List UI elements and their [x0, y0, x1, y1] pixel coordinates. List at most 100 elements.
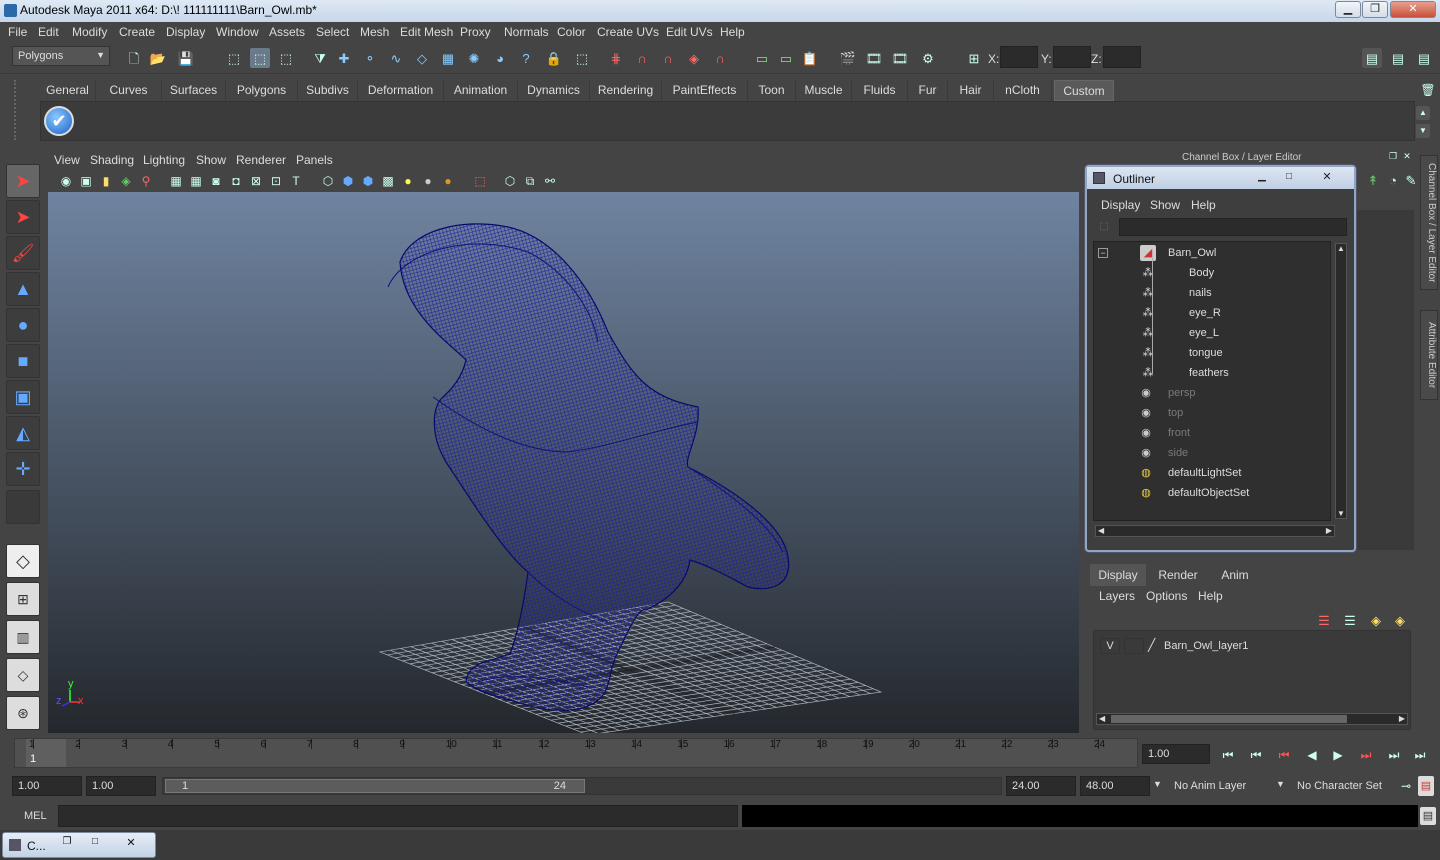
- persp-graph-layout-icon[interactable]: ◇: [6, 658, 40, 692]
- select-misc-icon[interactable]: ?: [516, 48, 536, 68]
- layer-tab-render[interactable]: Render: [1148, 564, 1208, 586]
- start-time-field[interactable]: 1.00: [12, 776, 82, 796]
- outliner-item-persp[interactable]: ◉ persp: [1102, 384, 1332, 404]
- anim-layer-chevron-icon[interactable]: ▼: [1153, 779, 1162, 789]
- snap-curve-icon[interactable]: ∩: [632, 48, 652, 68]
- save-scene-icon[interactable]: 💾: [176, 48, 196, 68]
- 2d-pan-zoom-icon[interactable]: ⚲: [136, 171, 156, 191]
- menu-edit-uvs[interactable]: Edit UVs: [666, 25, 713, 39]
- select-handles-icon[interactable]: ✚: [334, 48, 354, 68]
- select-joints-icon[interactable]: ⚬: [360, 48, 380, 68]
- shelf-tab-hair[interactable]: Hair: [948, 80, 994, 101]
- isolate-select-icon[interactable]: ⬚: [470, 171, 490, 191]
- safe-title-icon[interactable]: T: [286, 171, 306, 191]
- outliner-item-top[interactable]: ◉ top: [1102, 404, 1332, 424]
- menu-color[interactable]: Color: [557, 25, 586, 39]
- toggle-tool-settings-icon[interactable]: ▤: [1388, 48, 1408, 68]
- last-tool-icon[interactable]: [6, 490, 40, 524]
- render-frame-icon[interactable]: 🎞: [864, 48, 884, 68]
- scale-tool-icon[interactable]: ■: [6, 344, 40, 378]
- channel-clock-icon[interactable]: ◔: [1383, 170, 1403, 190]
- z-field[interactable]: [1103, 46, 1141, 68]
- y-field[interactable]: [1053, 46, 1091, 68]
- panel-float-icon[interactable]: ❐: [1387, 150, 1399, 162]
- side-tab-channel-box[interactable]: Channel Box / Layer Editor: [1420, 155, 1438, 290]
- time-slider[interactable]: 1 1 2 3 4 5 6 7 8 9 10 11 12 13 14 15 16 17 18 19 20 21 22 23 2…: [14, 738, 1138, 768]
- step-forward-icon[interactable]: ⏭: [1384, 745, 1404, 765]
- construction-history-icon[interactable]: ▭: [776, 48, 796, 68]
- make-live-icon[interactable]: ∩: [710, 48, 730, 68]
- outliner-item-default-light-set[interactable]: ◍ defaultLightSet: [1102, 464, 1332, 484]
- shelf-tab-muscle[interactable]: Muscle: [796, 80, 852, 101]
- range-slider-handle[interactable]: 1 24: [165, 779, 585, 793]
- menu-assets[interactable]: Assets: [269, 25, 305, 39]
- shelf-tab-polygons[interactable]: Polygons: [226, 80, 298, 101]
- menu-create[interactable]: Create: [119, 25, 155, 39]
- x-field[interactable]: [1000, 46, 1038, 68]
- new-scene-icon[interactable]: 🗋: [124, 48, 144, 68]
- play-backward-icon[interactable]: ◀: [1302, 745, 1322, 765]
- camera-attributes-icon[interactable]: ▣: [76, 171, 96, 191]
- shelf-tab-fur[interactable]: Fur: [908, 80, 948, 101]
- anim-layer-dropdown[interactable]: No Anim Layer: [1168, 776, 1270, 796]
- select-surfaces-icon[interactable]: ◇: [412, 48, 432, 68]
- show-manipulator-icon[interactable]: ✛: [6, 452, 40, 486]
- snap-grid-icon[interactable]: ⋕: [606, 48, 626, 68]
- viewport-menu-panels[interactable]: Panels: [296, 153, 333, 167]
- trash-icon[interactable]: 🗑: [1418, 80, 1438, 100]
- shelf-tab-curves[interactable]: Curves: [96, 80, 162, 101]
- menu-normals[interactable]: Normals: [504, 25, 549, 39]
- channel-key-icon[interactable]: ↟: [1363, 170, 1383, 190]
- all-lights-icon[interactable]: ●: [418, 171, 438, 191]
- gate-mask-icon[interactable]: ◘: [226, 171, 246, 191]
- four-view-layout-icon[interactable]: ⊞: [6, 582, 40, 616]
- soft-mod-tool-icon[interactable]: ◭: [6, 416, 40, 450]
- textured-icon[interactable]: ▩: [378, 171, 398, 191]
- hud-icon[interactable]: ⚯: [540, 171, 560, 191]
- select-object-icon[interactable]: ⬚: [250, 48, 270, 68]
- outliner-minimize-icon[interactable]: ▁: [1250, 169, 1274, 185]
- close-button[interactable]: ✕: [1390, 1, 1436, 18]
- manipulator-tool-icon[interactable]: ▣: [6, 380, 40, 414]
- maximize-button[interactable]: ❐: [1362, 1, 1388, 18]
- new-layer-icon[interactable]: ◈: [1366, 610, 1386, 630]
- select-component-icon[interactable]: ⬚: [276, 48, 296, 68]
- layer-row[interactable]: V ╱ Barn_Owl_layer1: [1098, 637, 1408, 657]
- menu-modify[interactable]: Modify: [72, 25, 107, 39]
- outliner-item-tongue[interactable]: ⁂ tongue: [1102, 344, 1332, 364]
- outliner-close-icon[interactable]: ✕: [1315, 169, 1339, 185]
- side-tab-attribute-editor[interactable]: Attribute Editor: [1420, 310, 1438, 400]
- move-layer-up-icon[interactable]: ☰: [1314, 610, 1334, 630]
- maximize-icon[interactable]: □: [83, 836, 107, 852]
- paint-select-tool-icon[interactable]: 🖌: [6, 236, 40, 270]
- field-chart-icon[interactable]: ⊠: [246, 171, 266, 191]
- outliner-vertical-scrollbar[interactable]: ▲ ▼: [1335, 243, 1347, 519]
- menu-window[interactable]: Window: [216, 25, 259, 39]
- default-lighting-icon[interactable]: ●: [398, 171, 418, 191]
- close-icon[interactable]: ✕: [119, 836, 143, 852]
- channel-pen-icon[interactable]: ✎: [1401, 170, 1421, 190]
- render-view-icon[interactable]: 🎬: [838, 48, 858, 68]
- toggle-attribute-editor-icon[interactable]: ▤: [1362, 48, 1382, 68]
- end-time-field[interactable]: 48.00: [1080, 776, 1150, 796]
- restore-icon[interactable]: ❐: [55, 836, 79, 852]
- viewport-menu-lighting[interactable]: Lighting: [143, 153, 185, 167]
- shadows-icon[interactable]: ●: [438, 171, 458, 191]
- single-perspective-layout-icon[interactable]: ◇: [6, 544, 40, 578]
- layer-menu-help[interactable]: Help: [1198, 589, 1223, 603]
- wireframe-icon[interactable]: ⬡: [318, 171, 338, 191]
- highlight-selection-icon[interactable]: ⬚: [572, 48, 592, 68]
- history-toggle-icon[interactable]: 📋: [800, 48, 820, 68]
- xray-icon[interactable]: ⬡: [500, 171, 520, 191]
- new-layer-selected-icon[interactable]: ◈: [1390, 610, 1410, 630]
- outliner-menu-help[interactable]: Help: [1191, 198, 1216, 212]
- playback-start-field[interactable]: 1.00: [86, 776, 156, 796]
- lasso-tool-icon[interactable]: ➤: [6, 200, 40, 234]
- menu-create-uvs[interactable]: Create UVs: [597, 25, 659, 39]
- shelf-tab-animation[interactable]: Animation: [444, 80, 518, 101]
- auto-key-icon[interactable]: ⊸: [1396, 776, 1416, 796]
- shelf-tab-rendering[interactable]: Rendering: [590, 80, 662, 101]
- mel-input[interactable]: [58, 805, 738, 827]
- panel-close-icon[interactable]: ✕: [1401, 150, 1413, 162]
- layer-type-toggle[interactable]: [1124, 638, 1144, 654]
